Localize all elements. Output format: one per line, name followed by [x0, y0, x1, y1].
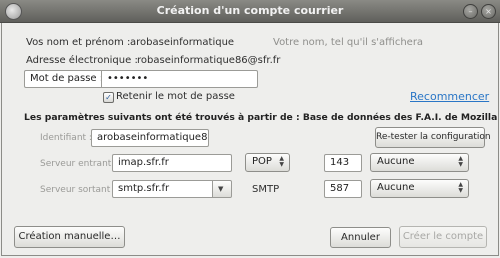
- settings-heading: Les paramètres suivants ont été trouvés …: [24, 112, 498, 123]
- incoming-host-value: imap.sfr.fr: [118, 157, 169, 168]
- create-account-button[interactable]: Créer le compte: [399, 226, 487, 248]
- incoming-protocol-value: POP: [252, 156, 272, 167]
- incoming-protocol-select[interactable]: POP ▲ ▼: [245, 153, 290, 172]
- outgoing-server-label: Serveur sortant :: [40, 185, 117, 195]
- spin-arrows-icon: ▲ ▼: [458, 181, 463, 194]
- identifier-value: arobaseinformatique86: [97, 132, 209, 143]
- identifier-label: Identifiant :: [40, 133, 92, 143]
- name-value[interactable]: arobaseinformatique: [130, 37, 234, 48]
- restart-link[interactable]: Recommencer: [410, 90, 489, 103]
- manual-setup-button[interactable]: Création manuelle…: [14, 226, 125, 248]
- incoming-security-value: Aucune: [377, 156, 415, 167]
- incoming-port-value: 143: [330, 157, 350, 168]
- password-label-box: Mot de passe :: [24, 70, 102, 88]
- remember-password-checkbox[interactable]: ✓: [103, 92, 114, 103]
- outgoing-port-value: 587: [330, 183, 350, 194]
- password-field[interactable]: •••••••: [102, 70, 258, 88]
- cancel-button[interactable]: Annuler: [330, 227, 391, 248]
- chevron-down-icon: ▼: [218, 185, 224, 193]
- incoming-security-select[interactable]: Aucune ▲ ▼: [370, 153, 469, 172]
- window-titlebar[interactable]: Création d'un compte courrier – ×: [0, 0, 500, 23]
- close-icon[interactable]: ×: [481, 4, 496, 19]
- outgoing-host-value: smtp.sfr.fr: [118, 183, 170, 194]
- minimize-icon[interactable]: –: [463, 4, 478, 19]
- identifier-field[interactable]: arobaseinformatique86: [91, 129, 209, 147]
- spin-arrows-icon: ▲ ▼: [279, 155, 284, 168]
- name-hint: Votre nom, tel qu'il s'affichera: [273, 37, 424, 48]
- window-title: Création d'un compte courrier: [156, 4, 344, 17]
- outgoing-host-combo[interactable]: smtp.sfr.fr ▼: [112, 180, 232, 198]
- password-value: •••••••: [107, 73, 149, 84]
- spin-arrows-icon: ▲ ▼: [458, 155, 463, 168]
- remember-password-label[interactable]: Retenir le mot de passe: [116, 91, 235, 102]
- outgoing-host-dropdown-button[interactable]: ▼: [212, 181, 231, 197]
- email-value[interactable]: robaseinformatique86@sfr.fr: [137, 55, 280, 66]
- email-label: Adresse électronique :: [26, 55, 138, 66]
- password-label: Mot de passe :: [30, 73, 102, 84]
- outgoing-security-select[interactable]: Aucune ▲ ▼: [370, 179, 469, 198]
- retest-configuration-button[interactable]: Re-tester la configuration: [375, 127, 491, 148]
- incoming-port-field[interactable]: 143: [324, 154, 362, 172]
- incoming-host-field[interactable]: imap.sfr.fr: [112, 154, 232, 172]
- outgoing-protocol: SMTP: [252, 184, 280, 195]
- outgoing-security-value: Aucune: [377, 182, 415, 193]
- incoming-server-label: Serveur entrant :: [40, 159, 118, 169]
- dialog-body: Vos nom et prénom : arobaseinformatique …: [1, 23, 499, 256]
- name-label: Vos nom et prénom :: [26, 37, 131, 48]
- outgoing-port-field[interactable]: 587: [324, 180, 362, 198]
